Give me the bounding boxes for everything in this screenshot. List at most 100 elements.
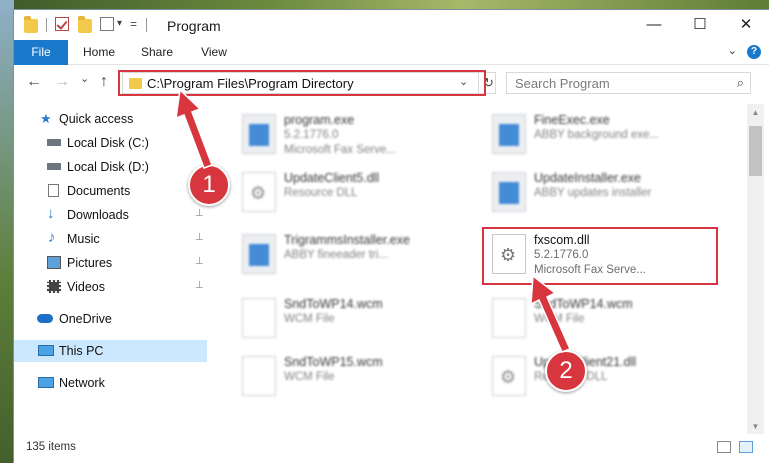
tab-share[interactable]: Share (138, 40, 176, 64)
sidebar-item-label: This PC (59, 344, 104, 358)
up-button[interactable]: ↑ (100, 73, 108, 91)
exe-file-icon (492, 172, 526, 212)
sidebar-item-documents[interactable]: Documents (14, 180, 207, 202)
exe-file-icon (242, 114, 276, 154)
documents-icon (48, 184, 59, 197)
sidebar-item-label: Network (59, 376, 105, 390)
sidebar-item-label: Pictures (67, 256, 113, 270)
sidebar-item-label: OneDrive (59, 312, 112, 326)
item-count: 135 items (26, 441, 76, 453)
scroll-down-icon[interactable]: ▼ (747, 422, 764, 431)
ribbon-tabs: File Home Share View ⌄ ? (14, 40, 769, 96)
file-name: SndToWP14.wcm (284, 297, 383, 311)
file-item[interactable]: program.exe 5.2.1776.0 Microsoft Fax Ser… (232, 108, 472, 164)
sidebar-item-label: Documents (67, 184, 131, 198)
file-description: ABBY updates installer (534, 187, 652, 199)
file-highlight-box (482, 227, 718, 285)
exe-file-icon (242, 234, 276, 274)
tab-home[interactable]: Home (80, 40, 118, 64)
file-name: UpdateClient5.dll (284, 171, 380, 185)
sidebar-item-local-disk-d[interactable]: Local Disk (D:) (14, 156, 207, 178)
window-title: Program (167, 18, 221, 34)
close-button[interactable]: ✕ (723, 10, 769, 40)
explorer-window: ▾ = Program — ☐ ✕ File Home Share View ⌄… (14, 10, 769, 463)
search-placeholder: Search Program (515, 76, 610, 91)
file-item[interactable]: UpdateInstaller.exe ABBY updates install… (482, 166, 722, 222)
title-bar: ▾ = Program — ☐ ✕ (14, 10, 769, 40)
back-button[interactable]: ← (26, 73, 42, 91)
pin-icon[interactable]: ⊥ (195, 208, 204, 219)
pictures-icon (47, 256, 61, 269)
maximize-button[interactable]: ☐ (677, 10, 723, 40)
file-description: ABBY background exe... (534, 129, 660, 141)
sidebar-item-label: Local Disk (D:) (67, 160, 149, 174)
properties-check-icon[interactable] (55, 17, 69, 31)
sidebar-item-music[interactable]: ♪ Music ⊥ (14, 228, 207, 250)
sidebar-item-label: Downloads (67, 208, 129, 222)
navigation-bar: ← → ⌄ ↑ C:\Program Files\Program Directo… (14, 65, 769, 99)
pin-icon[interactable]: ⊥ (195, 280, 204, 291)
file-description: Resource DLL (284, 187, 358, 199)
sidebar-item-network[interactable]: Network (14, 372, 207, 394)
search-input[interactable]: Search Program ⌕ (506, 72, 751, 94)
file-item[interactable]: UpdateClient21.dll Resource DLL (482, 350, 722, 406)
file-item[interactable]: FineExec.exe ABBY background exe... (482, 108, 722, 164)
collapse-ribbon-icon[interactable]: ⌄ (728, 44, 737, 57)
file-item[interactable]: SndToWP14.wcm WCM File (232, 292, 472, 348)
file-item[interactable]: UpdateClient5.dll Resource DLL (232, 166, 472, 222)
sidebar-item-quick-access[interactable]: ★ Quick access (14, 108, 207, 130)
sidebar-item-downloads[interactable]: ↓ Downloads ⊥ (14, 204, 207, 226)
tab-view[interactable]: View (196, 40, 232, 64)
star-icon: ★ (40, 111, 52, 126)
large-icons-view-icon[interactable] (739, 441, 753, 453)
status-bar: 135 items (14, 434, 769, 463)
file-name: FineExec.exe (534, 113, 610, 127)
document-file-icon (242, 356, 276, 396)
navigation-pane: ★ Quick access Local Disk (C:) Local Dis… (14, 104, 207, 434)
new-folder-icon[interactable] (78, 16, 92, 33)
divider (46, 18, 47, 32)
pin-icon[interactable]: ⊥ (195, 256, 204, 267)
sidebar-item-label: Quick access (59, 112, 134, 126)
file-description: WCM File (284, 313, 335, 325)
download-icon: ↓ (47, 205, 55, 222)
pin-icon[interactable]: ⊥ (195, 232, 204, 243)
minimize-button[interactable]: — (631, 10, 677, 40)
file-name: SndToWP14.wcm (534, 297, 633, 311)
file-name: SndToWP15.wcm (284, 355, 383, 369)
details-view-icon[interactable] (717, 441, 731, 453)
forward-button[interactable]: → (54, 73, 70, 91)
sidebar-item-onedrive[interactable]: OneDrive (14, 308, 207, 330)
step-1-badge: 1 (188, 164, 230, 206)
scroll-thumb[interactable] (749, 126, 762, 176)
chevron-down-icon[interactable]: ▾ (117, 18, 122, 29)
desktop-background (0, 0, 14, 463)
drive-icon (47, 139, 61, 146)
divider (146, 18, 147, 32)
sidebar-item-label: Local Disk (C:) (67, 136, 149, 150)
address-highlight-box (118, 70, 486, 96)
drive-icon (47, 163, 61, 170)
sidebar-item-videos[interactable]: Videos ⊥ (14, 276, 207, 298)
scroll-up-icon[interactable]: ▲ (747, 108, 764, 117)
file-version: 5.2.1776.0 (284, 129, 339, 141)
customize-toolbar-icon[interactable]: = (130, 17, 137, 31)
vertical-scrollbar[interactable]: ▲ ▼ (747, 104, 764, 434)
quick-access-toolbar-icon[interactable] (100, 17, 114, 31)
file-item[interactable]: TrigrammsInstaller.exe ABBY fineeader tr… (232, 228, 472, 284)
sidebar-item-local-disk-c[interactable]: Local Disk (C:) (14, 132, 207, 154)
network-icon (38, 377, 54, 388)
file-item[interactable]: SndToWP14.wcm WCM File (482, 292, 722, 348)
help-icon[interactable]: ? (747, 45, 761, 59)
sidebar-item-pictures[interactable]: Pictures ⊥ (14, 252, 207, 274)
folder-icon (24, 16, 38, 33)
cloud-icon (37, 314, 53, 323)
search-icon[interactable]: ⌕ (737, 75, 744, 91)
dll-file-icon (242, 172, 276, 212)
file-description: WCM File (534, 313, 585, 325)
recent-locations-button[interactable]: ⌄ (80, 72, 89, 85)
sidebar-item-label: Music (67, 232, 100, 246)
file-item[interactable]: SndToWP15.wcm WCM File (232, 350, 472, 406)
sidebar-item-this-pc[interactable]: This PC (14, 340, 207, 362)
dll-file-icon (492, 356, 526, 396)
